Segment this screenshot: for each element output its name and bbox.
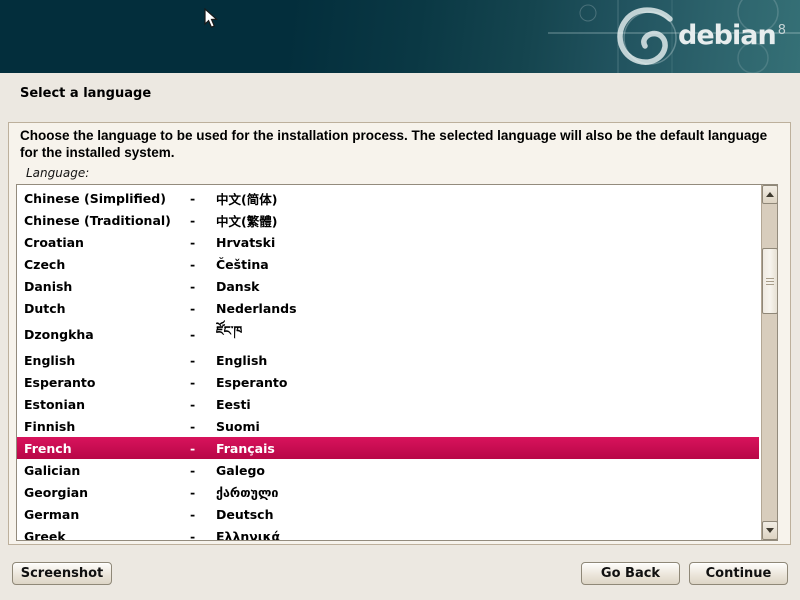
scrollbar-thumb[interactable]	[762, 248, 778, 314]
header-banner: debian8	[0, 0, 800, 73]
page-title: Select a language	[20, 86, 151, 101]
continue-button[interactable]: Continue	[689, 562, 788, 585]
scrollbar-up-button[interactable]	[762, 185, 778, 204]
language-row[interactable]: Esperanto-Esperanto	[17, 371, 759, 393]
language-row[interactable]: Chinese (Simplified)-中文(简体)	[17, 187, 759, 209]
language-row[interactable]: Dzongkha-ཛོང་ཁ	[17, 319, 759, 349]
language-row[interactable]: Danish-Dansk	[17, 275, 759, 297]
instruction-text: Choose the language to be used for the i…	[20, 127, 775, 161]
screenshot-button[interactable]: Screenshot	[12, 562, 112, 585]
scrollbar-track[interactable]	[761, 185, 777, 540]
language-row[interactable]: Chinese (Traditional)-中文(繁體)	[17, 209, 759, 231]
language-row[interactable]: Greek-Ελληνικά	[17, 525, 759, 541]
mouse-cursor-icon	[204, 8, 218, 33]
dialog-frame: Choose the language to be used for the i…	[8, 122, 791, 545]
language-field-label: Language:	[26, 166, 89, 180]
language-row[interactable]: English-English	[17, 349, 759, 371]
language-list[interactable]: Chinese (Simplified)-中文(简体) Chinese (Tra…	[16, 184, 778, 541]
language-row[interactable]: Czech-Čeština	[17, 253, 759, 275]
language-row[interactable]: Galician-Galego	[17, 459, 759, 481]
language-rows: Chinese (Simplified)-中文(简体) Chinese (Tra…	[17, 187, 759, 541]
language-row-selected[interactable]: French-Français	[17, 437, 759, 459]
language-row[interactable]: Estonian-Eesti	[17, 393, 759, 415]
language-row[interactable]: German-Deutsch	[17, 503, 759, 525]
chevron-up-icon	[766, 192, 774, 197]
language-row[interactable]: Dutch-Nederlands	[17, 297, 759, 319]
language-row[interactable]: Georgian-ქართული	[17, 481, 759, 503]
debian-version: 8	[778, 23, 786, 38]
language-row[interactable]: Finnish-Suomi	[17, 415, 759, 437]
go-back-button[interactable]: Go Back	[581, 562, 680, 585]
language-row[interactable]: Croatian-Hrvatski	[17, 231, 759, 253]
chevron-down-icon	[766, 528, 774, 533]
scrollbar-down-button[interactable]	[762, 521, 778, 540]
debian-wordmark: debian8	[678, 20, 786, 51]
